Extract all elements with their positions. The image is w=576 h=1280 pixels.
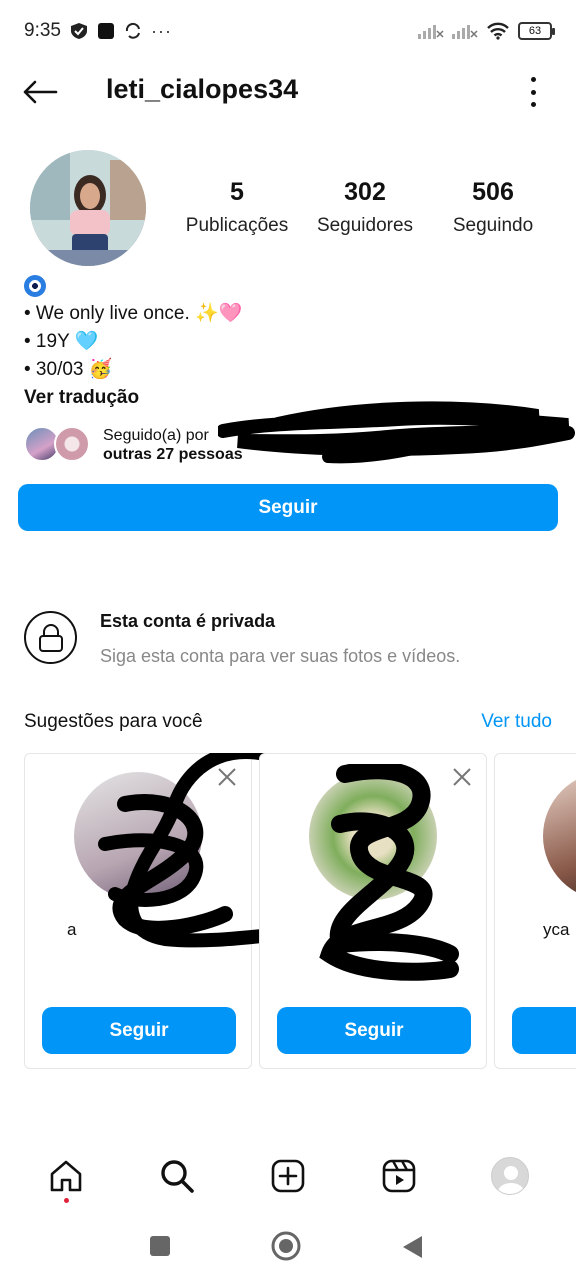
battery-icon: 63 <box>518 22 555 40</box>
signal-2-icon <box>452 23 478 39</box>
nav-create[interactable] <box>259 1147 317 1205</box>
back-system-icon[interactable] <box>400 1234 424 1260</box>
bio-line: • 19Y 🩵 <box>24 331 99 352</box>
suggestion-follow-button[interactable]: Seguir <box>42 1007 236 1054</box>
notification-dot <box>63 1198 69 1203</box>
sync-icon <box>123 22 143 40</box>
search-icon <box>161 1160 194 1193</box>
more-dot <box>530 89 536 95</box>
followed-by-row[interactable]: Seguido(a) por outras 27 pessoas <box>24 401 576 465</box>
more-options-button[interactable] <box>526 77 540 107</box>
followers-count: 302 <box>344 178 386 206</box>
suggestion-card[interactable]: Seguir <box>259 753 487 1069</box>
profile-photo <box>30 150 146 266</box>
back-button[interactable] <box>22 76 60 108</box>
profile-bio: • We only live once. ✨🩷 • 19Y 🩵 • 30/03 … <box>24 272 242 412</box>
follow-button[interactable]: Seguir <box>18 484 558 531</box>
posts-stat: 5 Publicações <box>180 178 294 237</box>
private-account-subtitle: Siga esta conta para ver suas fotos e ví… <box>100 646 461 666</box>
see-translation-link[interactable]: Ver tradução <box>24 384 242 412</box>
private-account-title: Esta conta é privada <box>100 611 276 631</box>
posts-label: Publicações <box>185 215 289 236</box>
redaction-scribble <box>218 401 575 464</box>
suggestions-carousel[interactable]: a Seguir Seguir yca <box>24 753 576 1071</box>
nav-search[interactable] <box>148 1147 206 1205</box>
more-dot <box>530 77 536 82</box>
suggestion-name: yca <box>543 920 570 939</box>
lock-icon <box>24 611 77 664</box>
followers-stat[interactable]: 302 Seguidores <box>308 178 422 237</box>
followed-by-others: outras 27 pessoas <box>103 446 243 463</box>
mutual-avatar <box>54 426 90 462</box>
more-dot <box>530 102 536 107</box>
reels-icon <box>382 1159 416 1193</box>
followers-label: Seguidores <box>316 215 414 236</box>
profile-icon <box>491 1157 530 1195</box>
close-icon[interactable] <box>452 767 472 787</box>
suggestion-card[interactable]: yca <box>494 753 576 1069</box>
status-bar-right: 63 <box>418 22 555 40</box>
bio-line: • We only live once. ✨🩷 <box>24 303 243 324</box>
bio-evil-eye <box>24 272 242 300</box>
following-label: Seguindo <box>452 215 534 236</box>
nav-reels[interactable] <box>370 1147 428 1205</box>
profile-header: leti_cialopes34 <box>0 62 576 122</box>
status-bar-left: 9:35 ··· <box>24 20 172 42</box>
notification-square-icon <box>97 22 115 40</box>
suggestions-title: Sugestões para você <box>24 711 203 732</box>
suggestion-follow-button[interactable]: Seguir <box>277 1007 471 1054</box>
recents-icon[interactable] <box>148 1234 172 1258</box>
bottom-navigation <box>0 1140 576 1212</box>
nav-profile[interactable] <box>481 1147 539 1205</box>
followed-by-text: Seguido(a) por outras 27 pessoas <box>103 426 243 464</box>
suggestion-name: a <box>67 920 77 939</box>
status-time: 9:35 <box>24 20 61 41</box>
home-icon <box>50 1160 81 1192</box>
create-icon <box>271 1159 305 1193</box>
system-navigation <box>0 1212 576 1280</box>
following-count: 506 <box>472 178 514 206</box>
wifi-icon <box>486 22 510 40</box>
home-system-icon[interactable] <box>271 1231 301 1261</box>
posts-count: 5 <box>230 178 244 206</box>
following-stat[interactable]: 506 Seguindo <box>436 178 550 237</box>
check-shield-icon <box>69 22 89 40</box>
status-bar: 9:35 ··· 63 <box>0 0 576 62</box>
suggestion-follow-button[interactable] <box>512 1007 576 1054</box>
suggestion-card[interactable]: a Seguir <box>24 753 295 1069</box>
profile-username: leti_cialopes34 <box>106 74 299 104</box>
followed-by-prefix: Seguido(a) por <box>103 427 209 444</box>
close-icon[interactable] <box>217 767 237 787</box>
back-arrow-icon <box>23 80 58 104</box>
more-notifications-icon: ··· <box>150 20 172 41</box>
signal-1-icon <box>418 23 444 39</box>
evil-eye-emoji-icon <box>24 275 46 297</box>
bio-line: • 30/03 🥳 <box>24 359 113 380</box>
suggestion-avatar[interactable] <box>543 772 576 900</box>
suggestion-avatar[interactable] <box>74 772 202 900</box>
nav-home[interactable] <box>37 1147 95 1205</box>
suggestion-avatar[interactable] <box>309 772 437 900</box>
see-all-link[interactable]: Ver tudo <box>481 711 552 733</box>
profile-avatar[interactable] <box>30 150 146 266</box>
